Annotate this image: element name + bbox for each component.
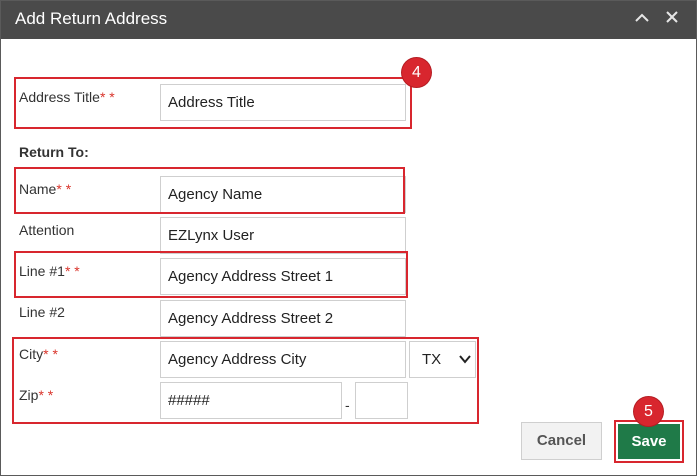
- cancel-button[interactable]: Cancel: [521, 422, 602, 460]
- address-title-input[interactable]: [160, 84, 406, 121]
- line2-input[interactable]: [160, 300, 406, 337]
- zip-separator: -: [345, 397, 350, 413]
- address-title-label: Address Title* *: [19, 89, 115, 105]
- return-to-section-label: Return To:: [19, 144, 89, 160]
- zip-label: Zip* *: [19, 387, 54, 403]
- line1-label: Line #1* *: [19, 263, 80, 279]
- dialog-titlebar: Add Return Address: [1, 1, 696, 39]
- step-badge-4: 4: [402, 58, 431, 87]
- line2-label: Line #2: [19, 304, 65, 320]
- attention-input[interactable]: [160, 217, 406, 254]
- line1-input[interactable]: [160, 258, 406, 295]
- chevron-up-icon[interactable]: [633, 10, 651, 28]
- zip-input[interactable]: [160, 382, 342, 419]
- chevron-down-icon: [459, 355, 471, 364]
- dialog-title: Add Return Address: [15, 9, 168, 28]
- state-select-value: TX: [422, 351, 442, 368]
- name-input[interactable]: [160, 176, 406, 213]
- zip-ext-input[interactable]: [355, 382, 408, 419]
- add-return-address-dialog: Add Return Address Address Title* * Retu…: [0, 0, 697, 476]
- name-label: Name* *: [19, 181, 72, 197]
- city-input[interactable]: [160, 341, 406, 378]
- close-icon[interactable]: [663, 10, 681, 28]
- attention-label: Attention: [19, 222, 75, 238]
- state-select[interactable]: TX: [409, 341, 476, 378]
- city-label: City* *: [19, 346, 58, 362]
- step-badge-5: 5: [634, 397, 663, 426]
- save-button[interactable]: Save: [618, 424, 680, 459]
